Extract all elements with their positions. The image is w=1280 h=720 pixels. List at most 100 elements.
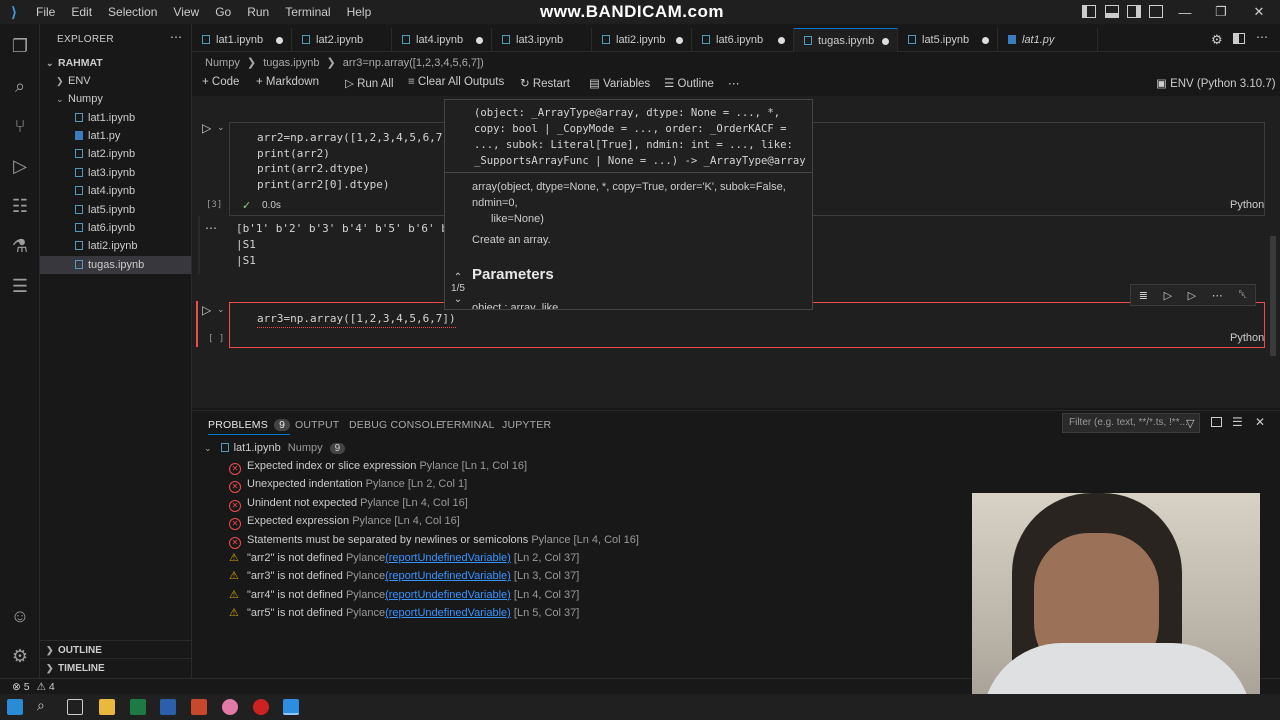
word-icon[interactable]: [160, 699, 176, 715]
task-view-icon[interactable]: [67, 699, 83, 715]
filter-funnel-icon[interactable]: ▽: [1186, 417, 1194, 430]
tab-tugas-ipynb[interactable]: tugas.ipynb: [794, 28, 898, 52]
close-window-icon[interactable]: ✕: [1242, 0, 1276, 24]
tab-lati2-ipynb[interactable]: lati2.ipynb: [592, 28, 692, 52]
output-more-icon[interactable]: ⋯: [205, 221, 217, 235]
app-icon[interactable]: [222, 699, 238, 715]
menu-go[interactable]: Go: [207, 0, 239, 24]
run-cell-2-icon[interactable]: ▷: [202, 303, 211, 317]
file-lat6-ipynb[interactable]: lat6.ipynb: [40, 219, 191, 237]
add-code-button[interactable]: + Code: [202, 76, 239, 92]
timeline-section[interactable]: ❯ TIMELINE: [40, 658, 191, 676]
execute-above-icon[interactable]: ▷: [1164, 289, 1172, 302]
problem-rule-link[interactable]: (reportUndefinedVariable): [385, 589, 511, 601]
jupyter-icon[interactable]: ☰: [8, 274, 32, 298]
account-icon[interactable]: ☺: [8, 604, 32, 628]
run-all-button[interactable]: ▷ Run All: [345, 76, 394, 92]
menu-edit[interactable]: Edit: [63, 0, 100, 24]
problem-row[interactable]: ✕ Expected index or slice expression Pyla…: [229, 457, 527, 475]
toggle-panel-icon[interactable]: [1105, 5, 1119, 18]
problem-rule-link[interactable]: (reportUndefinedVariable): [385, 552, 511, 564]
problem-row[interactable]: ⚠ "arr2" is not defined Pylance(reportUnd…: [229, 549, 579, 567]
clear-outputs-button[interactable]: ≡ Clear All Outputs: [408, 76, 504, 92]
file-lat2-ipynb[interactable]: lat2.ipynb: [40, 145, 191, 163]
start-icon[interactable]: [7, 699, 23, 715]
run-cell-icon[interactable]: ▷: [202, 121, 211, 135]
problem-row[interactable]: ⚠ "arr5" is not defined Pylance(reportUnd…: [229, 604, 579, 622]
file-lati2-ipynb[interactable]: lati2.ipynb: [40, 237, 191, 255]
bandicam-icon[interactable]: [253, 699, 269, 715]
tab-debug-console[interactable]: DEBUG CONSOLE: [349, 419, 443, 431]
cell-chevron-icon[interactable]: ⌄: [217, 122, 225, 133]
run-by-line-icon[interactable]: ≣: [1139, 289, 1148, 302]
outline-button[interactable]: ☰ Outline: [664, 76, 714, 92]
breadcrumb-numpy[interactable]: Numpy: [205, 57, 240, 69]
problem-row[interactable]: ✕ Unexpected indentation Pylance [Ln 2, C…: [229, 475, 467, 494]
search-icon[interactable]: ⌕: [8, 74, 32, 98]
editor-scrollbar[interactable]: [1270, 236, 1276, 356]
menu-help[interactable]: Help: [339, 0, 380, 24]
file-lat3-ipynb[interactable]: lat3.ipynb: [40, 164, 191, 182]
explorer-icon[interactable]: ❐: [8, 34, 32, 58]
toggle-sidebar-icon[interactable]: [1082, 5, 1096, 18]
cell1-code[interactable]: arr2=np.array([1,2,3,4,5,6,7] print(arr2…: [257, 130, 449, 192]
menu-run[interactable]: Run: [239, 0, 277, 24]
variables-button[interactable]: ▤ Variables: [589, 76, 650, 92]
problem-row[interactable]: ⚠ "arr3" is not defined Pylance(reportUnd…: [229, 567, 579, 585]
workspace-root[interactable]: ⌄ RAHMAT: [40, 54, 191, 72]
cell2-language[interactable]: Python: [1230, 332, 1264, 344]
file-lat1-py[interactable]: lat1.py: [40, 127, 191, 145]
menu-view[interactable]: View: [165, 0, 207, 24]
tab-output[interactable]: OUTPUT: [295, 419, 339, 431]
file-explorer-icon[interactable]: [99, 699, 115, 715]
file-lat4-ipynb[interactable]: lat4.ipynb: [40, 182, 191, 200]
customize-layout-icon[interactable]: [1149, 5, 1163, 18]
tab-lat1-ipynb[interactable]: lat1.ipynb: [192, 28, 292, 52]
cell-more-icon[interactable]: ⋯: [1212, 289, 1223, 302]
run-debug-icon[interactable]: ▷: [8, 154, 32, 178]
breadcrumb-file[interactable]: tugas.ipynb: [263, 57, 319, 69]
problems-status[interactable]: ⊗ 5 ⚠ 4: [12, 681, 55, 693]
tab-jupyter[interactable]: JUPYTER: [502, 419, 551, 431]
menu-file[interactable]: File: [28, 0, 63, 24]
extensions-icon[interactable]: ☷: [8, 194, 32, 218]
problem-row[interactable]: ✕ Statements must be separated by newline…: [229, 531, 639, 549]
manage-gear-icon[interactable]: ⚙: [8, 644, 32, 668]
next-overload-icon[interactable]: ⌄: [447, 294, 469, 305]
source-control-icon[interactable]: ⑂: [8, 114, 32, 138]
settings-gear-icon[interactable]: ⚙: [1211, 32, 1223, 48]
tab-lat2-ipynb[interactable]: lat2.ipynb: [292, 28, 392, 52]
problem-row[interactable]: ✕ Expected expression Pylance [Ln 4, Col …: [229, 512, 460, 531]
tab-terminal[interactable]: TERMINAL: [440, 419, 495, 431]
problems-filter-input[interactable]: Filter (e.g. text, **/*.ts, !**...: [1062, 413, 1200, 433]
outline-section[interactable]: ❯ OUTLINE: [40, 640, 191, 658]
minimize-icon[interactable]: —: [1168, 0, 1202, 24]
problems-file-row[interactable]: ⌄ lat1.ipynb Numpy 9: [204, 439, 346, 457]
toggle-secondary-sidebar-icon[interactable]: [1127, 5, 1141, 18]
view-as-tree-icon[interactable]: ☰: [1232, 415, 1243, 429]
problem-rule-link[interactable]: (reportUndefinedVariable): [385, 570, 511, 582]
close-panel-icon[interactable]: ✕: [1255, 415, 1265, 429]
tab-lat4-ipynb[interactable]: lat4.ipynb: [392, 28, 492, 52]
execute-below-icon[interactable]: ▷: [1188, 289, 1196, 302]
toolbar-more-button[interactable]: ⋯: [728, 76, 740, 92]
file-lat1-ipynb[interactable]: lat1.ipynb: [40, 109, 191, 127]
problem-rule-link[interactable]: (reportUndefinedVariable): [385, 607, 511, 619]
tab-lat3-ipynb[interactable]: lat3.ipynb: [492, 28, 592, 52]
breadcrumb-cell[interactable]: arr3=np.array([1,2,3,4,5,6,7]): [343, 57, 484, 69]
add-markdown-button[interactable]: + Markdown: [256, 76, 319, 92]
collapse-all-icon[interactable]: [1211, 417, 1222, 427]
restart-button[interactable]: ↻ Restart: [520, 76, 570, 92]
overload-navigator[interactable]: ⌃ 1/5 ⌄: [447, 272, 469, 309]
problem-row[interactable]: ⚠ "arr4" is not defined Pylance(reportUnd…: [229, 586, 579, 604]
menu-selection[interactable]: Selection: [100, 0, 165, 24]
restore-icon[interactable]: ❐: [1204, 0, 1238, 24]
tab-lat6-ipynb[interactable]: lat6.ipynb: [692, 28, 794, 52]
more-actions-icon[interactable]: ⋯: [170, 30, 182, 44]
cell1-language[interactable]: Python: [1230, 199, 1264, 211]
tab-lat1-py[interactable]: lat1.py: [998, 28, 1098, 52]
tab-problems[interactable]: PROBLEMS 9: [208, 419, 291, 435]
menu-terminal[interactable]: Terminal: [277, 0, 338, 24]
taskbar-search-icon[interactable]: ⌕: [37, 697, 53, 713]
problem-row[interactable]: ✕ Unindent not expected Pylance [Ln 4, Co…: [229, 494, 468, 512]
